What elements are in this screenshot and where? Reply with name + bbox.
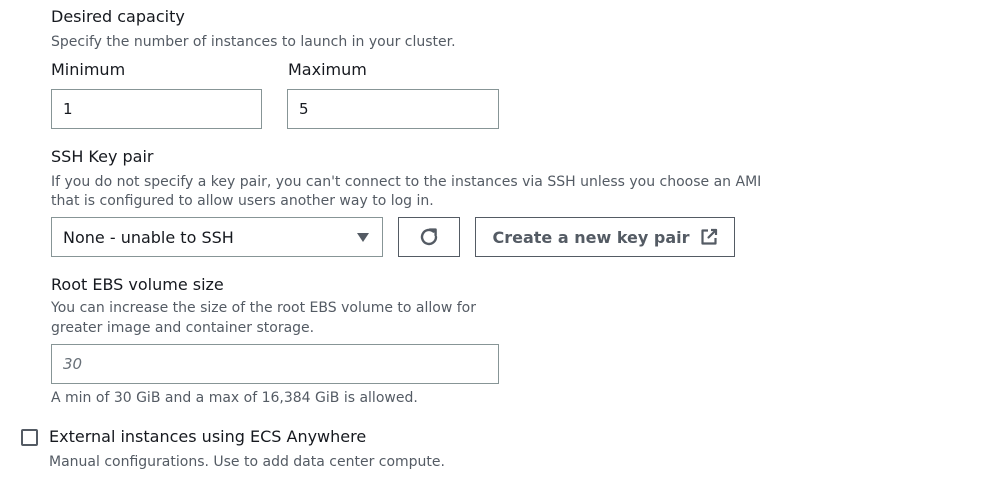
- minimum-label: Minimum: [51, 60, 126, 79]
- maximum-input[interactable]: [287, 89, 499, 129]
- refresh-button[interactable]: [398, 217, 460, 257]
- ssh-key-pair-description-line2: that is configured to allow users anothe…: [51, 193, 434, 209]
- desired-capacity-description: Specify the number of instances to launc…: [51, 34, 456, 50]
- ssh-key-pair-label: SSH Key pair: [51, 147, 154, 166]
- maximum-label: Maximum: [288, 60, 367, 79]
- create-key-pair-label: Create a new key pair: [492, 227, 690, 247]
- root-ebs-description-line2: greater image and container storage.: [51, 320, 315, 336]
- root-ebs-description-line1: You can increase the size of the root EB…: [51, 300, 476, 316]
- minimum-input[interactable]: [51, 89, 262, 129]
- ecs-anywhere-label[interactable]: External instances using ECS Anywhere: [49, 427, 366, 447]
- ssh-key-pair-selected-value: None - unable to SSH: [63, 227, 234, 247]
- ecs-anywhere-checkbox[interactable]: [21, 429, 38, 446]
- desired-capacity-label: Desired capacity: [51, 7, 185, 26]
- ssh-key-pair-select[interactable]: None - unable to SSH: [51, 217, 383, 257]
- external-link-icon: [700, 228, 717, 245]
- root-ebs-size-input[interactable]: [51, 344, 499, 384]
- refresh-icon: [420, 228, 438, 246]
- caret-down-icon: [357, 233, 369, 242]
- create-key-pair-button[interactable]: Create a new key pair: [475, 217, 735, 257]
- ssh-key-pair-description-line1: If you do not specify a key pair, you ca…: [51, 174, 762, 190]
- root-ebs-constraint: A min of 30 GiB and a max of 16,384 GiB …: [51, 390, 418, 406]
- ecs-anywhere-description: Manual configurations. Use to add data c…: [49, 454, 445, 470]
- root-ebs-label: Root EBS volume size: [51, 275, 224, 294]
